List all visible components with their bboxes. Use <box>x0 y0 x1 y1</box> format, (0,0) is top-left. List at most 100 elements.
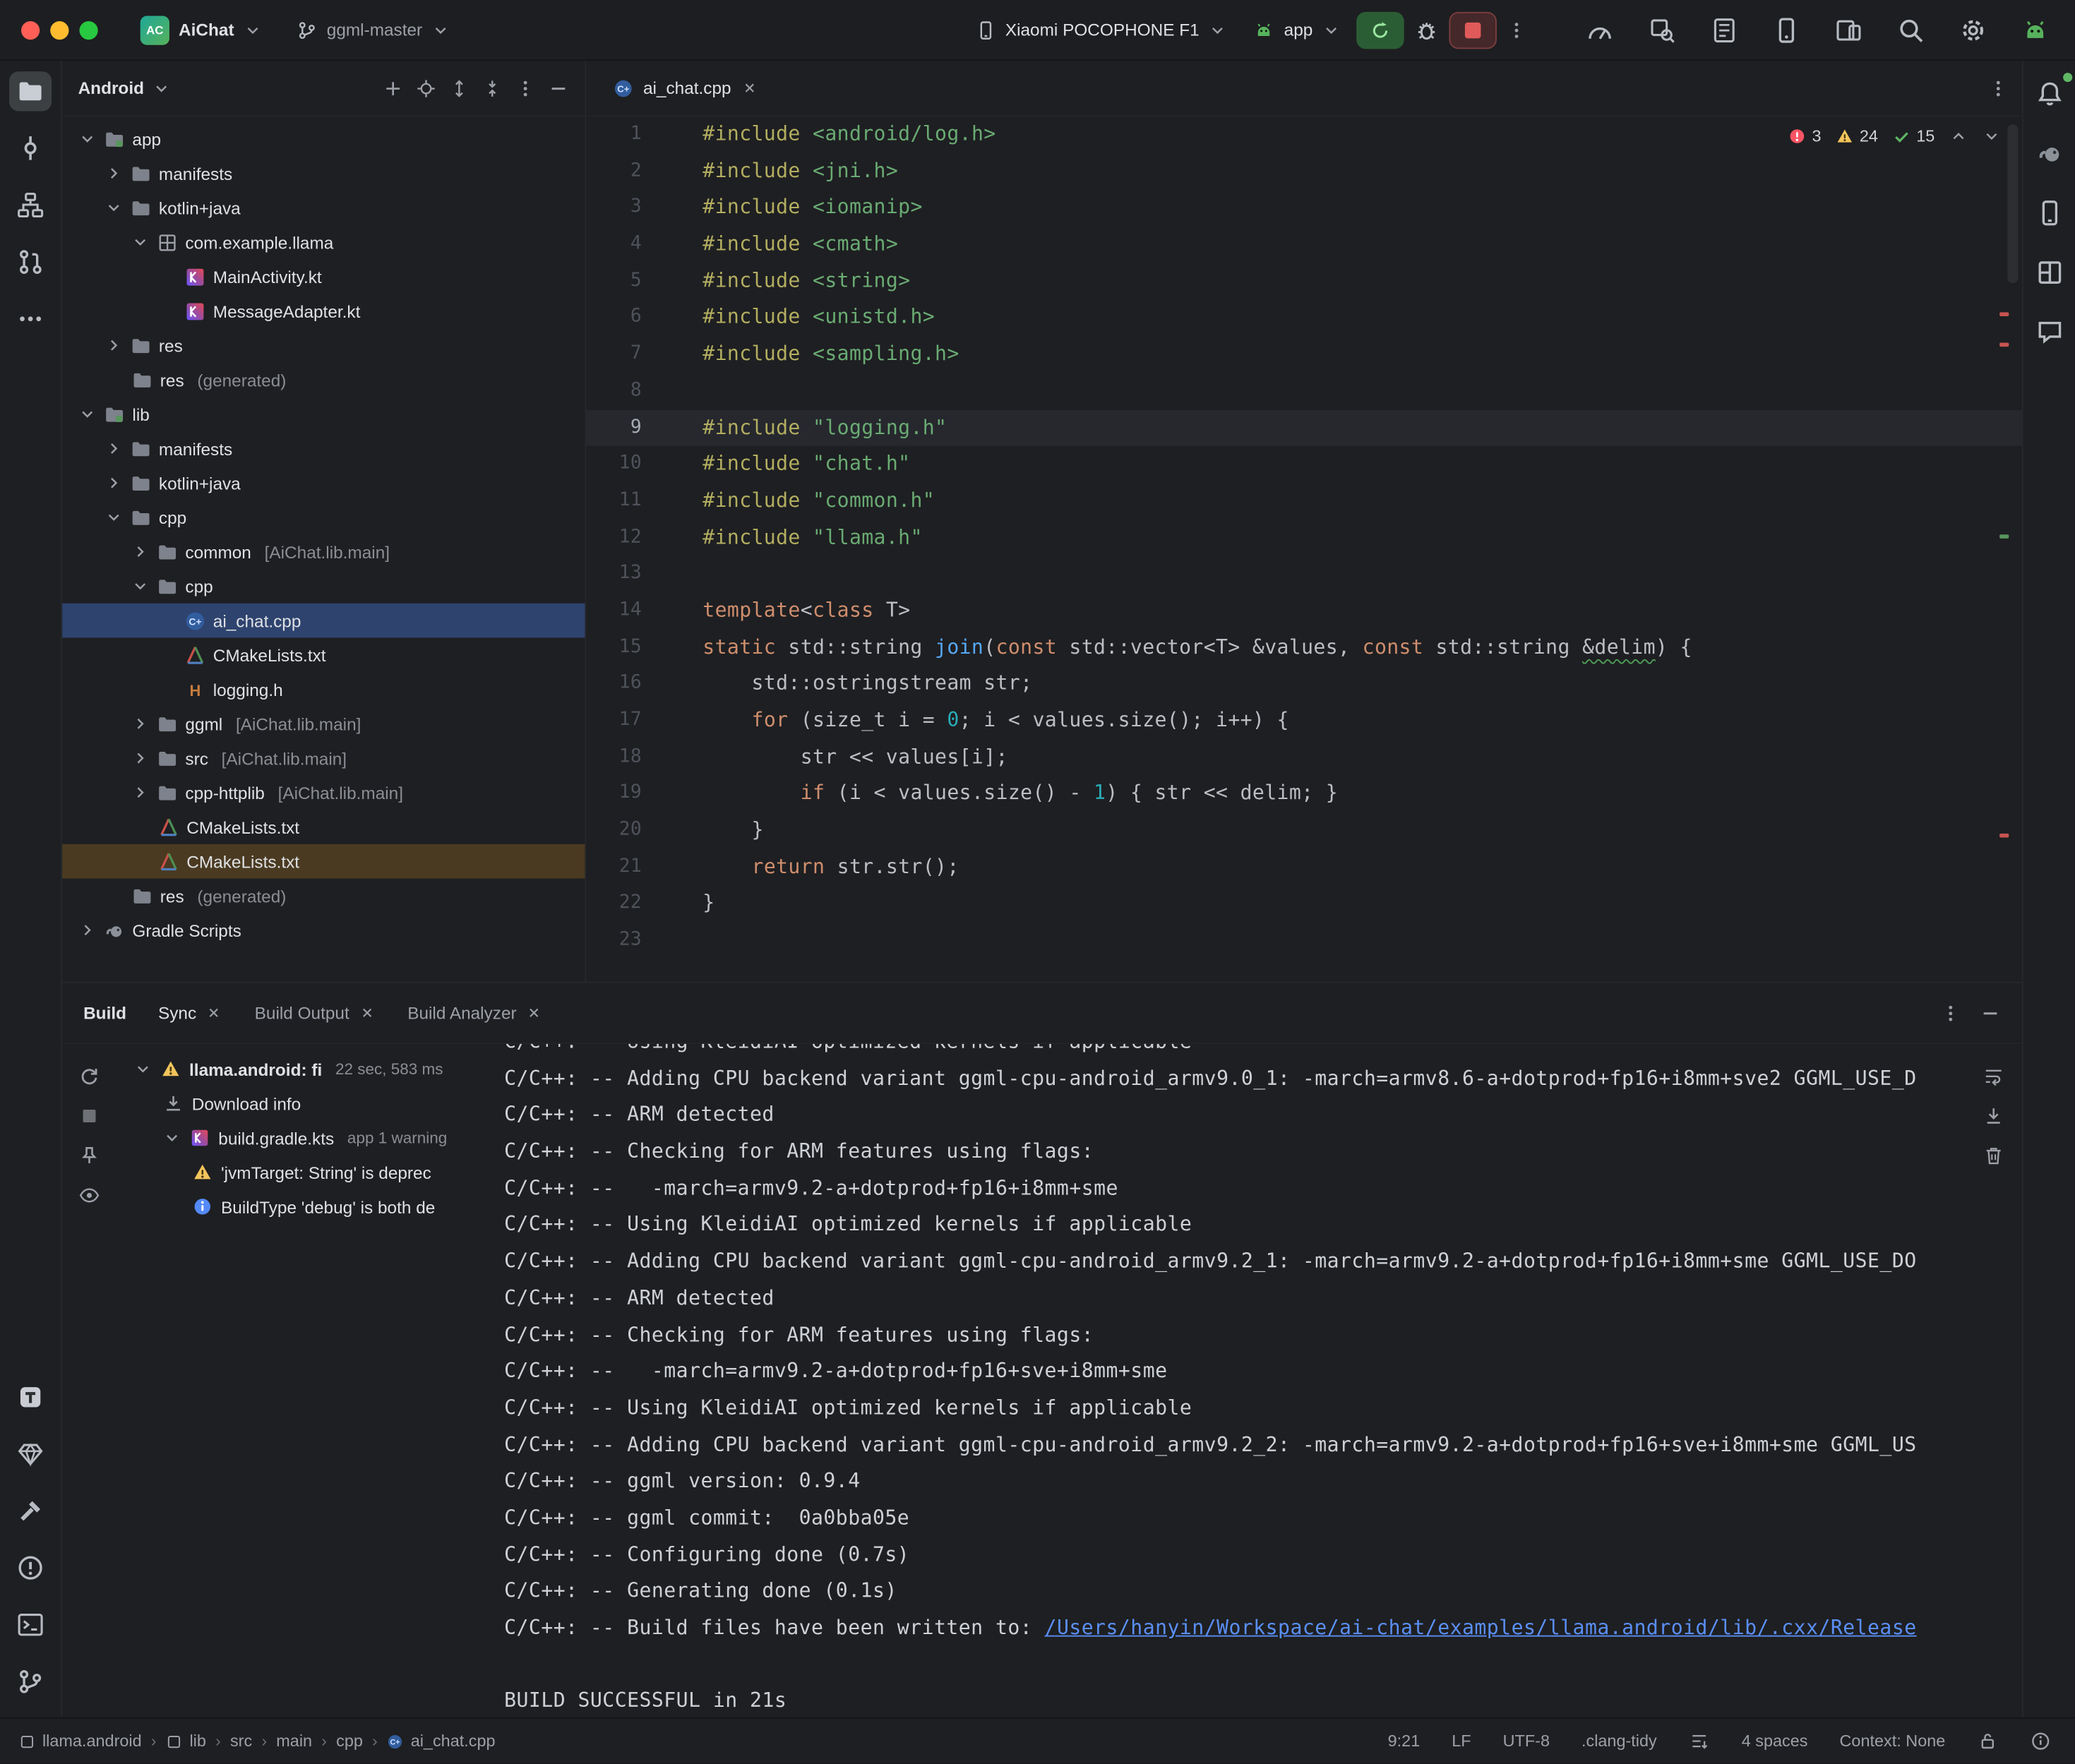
chevron-right-icon[interactable] <box>104 336 123 354</box>
layout-inspector-button[interactable] <box>2028 253 2070 292</box>
chevron-down-icon[interactable] <box>104 198 123 217</box>
line-number[interactable]: 5 <box>586 263 642 300</box>
device-explorer-button[interactable] <box>2028 193 2070 233</box>
terminal-tool-button[interactable] <box>9 1605 52 1645</box>
project-tree-item[interactable]: kotlin+java <box>62 191 585 225</box>
panel-options-icon[interactable] <box>515 78 536 99</box>
build-tab[interactable]: Build Output <box>255 1003 376 1023</box>
file-encoding[interactable]: UTF-8 <box>1503 1732 1550 1751</box>
settings-button[interactable] <box>1954 11 1991 48</box>
code-line[interactable]: 13 <box>586 556 2022 593</box>
line-number[interactable]: 9 <box>586 409 642 446</box>
line-number[interactable]: 21 <box>586 849 642 886</box>
build-tree-item[interactable]: llama.android: fi22 sec, 583 ms <box>115 1052 496 1086</box>
close-tab-icon[interactable] <box>741 79 758 96</box>
project-tree-item[interactable]: Hlogging.h <box>62 672 585 707</box>
logcat-button[interactable] <box>1706 11 1742 48</box>
more-tool-windows-button[interactable] <box>9 299 52 339</box>
hide-build-panel-icon[interactable] <box>1980 1002 2001 1024</box>
code-line[interactable]: 9#include "logging.h" <box>586 409 2022 446</box>
chevron-down-icon[interactable] <box>163 1129 181 1147</box>
project-tree-item[interactable]: common[AiChat.lib.main] <box>62 534 585 569</box>
warning-count[interactable]: 24 <box>1836 127 1878 145</box>
code-area[interactable]: 1#include <android/log.h>2#include <jni.… <box>586 116 2022 982</box>
close-icon[interactable] <box>526 1004 543 1021</box>
chevron-down-icon[interactable] <box>78 405 97 424</box>
error-count[interactable]: 3 <box>1788 127 1822 145</box>
line-number[interactable]: 7 <box>586 336 642 373</box>
close-window-button[interactable] <box>21 20 40 39</box>
hide-panel-icon[interactable] <box>548 78 569 99</box>
code-line[interactable]: 14template<class T> <box>586 593 2022 630</box>
build-tool-button[interactable] <box>9 1491 52 1530</box>
todo-tool-button[interactable] <box>9 1377 52 1417</box>
caret-position[interactable]: 9:21 <box>1388 1732 1421 1751</box>
project-tree-item[interactable]: Gradle Scripts <box>62 913 585 947</box>
build-tab[interactable]: Build Analyzer <box>407 1003 543 1023</box>
breadcrumb-item[interactable]: llama.android <box>18 1732 141 1751</box>
line-number[interactable]: 13 <box>586 556 642 593</box>
line-number[interactable]: 4 <box>586 227 642 263</box>
indent-setting[interactable]: 4 spaces <box>1742 1732 1808 1751</box>
line-number[interactable]: 17 <box>586 702 642 739</box>
code-line[interactable]: 2#include <jni.h> <box>586 153 2022 190</box>
debug-button[interactable] <box>1409 13 1444 47</box>
chevron-right-icon[interactable] <box>104 474 123 492</box>
profiler-button[interactable] <box>1581 11 1618 48</box>
gradle-tool-button[interactable] <box>2028 133 2070 173</box>
breadcrumb-item[interactable]: main <box>276 1732 312 1751</box>
project-view-selector[interactable]: Android <box>78 78 144 98</box>
build-panel-title[interactable]: Build <box>83 1003 126 1023</box>
device-selector[interactable]: Xiaomi POCOPHONE F1 <box>964 14 1238 46</box>
code-line[interactable]: 10#include "chat.h" <box>586 446 2022 483</box>
stop-button[interactable] <box>1449 11 1496 48</box>
code-line[interactable]: 15static std::string join(const std::vec… <box>586 629 2022 666</box>
chevron-right-icon[interactable] <box>131 714 150 733</box>
structure-tool-button[interactable] <box>9 185 52 224</box>
build-tree-item[interactable]: 'jvmTarget: String' is deprec <box>115 1155 496 1189</box>
project-tree-item[interactable]: src[AiChat.lib.main] <box>62 741 585 776</box>
chevron-down-icon[interactable] <box>152 79 170 97</box>
code-line[interactable]: 8 <box>586 373 2022 409</box>
stop-sync-icon[interactable] <box>78 1105 100 1127</box>
editor-options-icon[interactable] <box>1987 78 2009 99</box>
project-widget[interactable]: AC AiChat <box>130 10 273 49</box>
build-tree-item[interactable]: Download info <box>115 1086 496 1121</box>
line-number[interactable]: 12 <box>586 520 642 556</box>
running-devices-button[interactable] <box>1830 11 1867 48</box>
line-number[interactable]: 14 <box>586 593 642 630</box>
error-stripe-mark[interactable] <box>1999 342 2009 347</box>
error-stripe-mark[interactable] <box>1999 312 2009 316</box>
collapse-all-icon[interactable] <box>482 78 503 99</box>
next-problem-icon[interactable] <box>1983 127 2001 145</box>
code-line[interactable]: 20 } <box>586 812 2022 849</box>
line-ending[interactable]: LF <box>1452 1732 1471 1751</box>
new-item-icon[interactable] <box>383 78 404 99</box>
chevron-down-icon[interactable] <box>104 508 123 527</box>
device-manager-button[interactable] <box>1768 11 1805 48</box>
zoom-window-button[interactable] <box>79 20 97 39</box>
analysis-context[interactable]: Context: None <box>1840 1732 1946 1751</box>
project-tree-item[interactable]: app <box>62 121 585 156</box>
minimize-window-button[interactable] <box>50 20 68 39</box>
build-tree-item[interactable]: BuildType 'debug' is both de <box>115 1189 496 1224</box>
vcs-stripe-mark[interactable] <box>1999 534 2009 539</box>
line-number[interactable]: 18 <box>586 739 642 776</box>
code-line[interactable]: 4#include <cmath> <box>586 227 2022 263</box>
formatter-widget-icon[interactable] <box>1689 1731 1710 1752</box>
project-tree-item[interactable]: res(generated) <box>62 363 585 397</box>
project-tree-item[interactable]: cpp <box>62 569 585 604</box>
code-line[interactable]: 3#include <iomanip> <box>586 190 2022 227</box>
project-tree-item[interactable]: CMakeLists.txt <box>62 810 585 844</box>
line-number[interactable]: 6 <box>586 299 642 336</box>
code-line[interactable]: 11#include "common.h" <box>586 483 2022 520</box>
console-link[interactable]: /Users/hanyin/Workspace/ai-chat/examples… <box>1045 1616 1917 1640</box>
line-number[interactable]: 19 <box>586 776 642 812</box>
line-number[interactable]: 3 <box>586 190 642 227</box>
chevron-right-icon[interactable] <box>131 542 150 560</box>
breadcrumb-item[interactable]: C+ai_chat.cpp <box>387 1732 496 1751</box>
inspections-widget[interactable]: 3 24 15 <box>1788 127 2001 145</box>
code-line[interactable]: 16 std::ostringstream str; <box>586 666 2022 702</box>
app-insights-button[interactable] <box>2028 312 2070 352</box>
run-button[interactable] <box>1356 11 1404 48</box>
